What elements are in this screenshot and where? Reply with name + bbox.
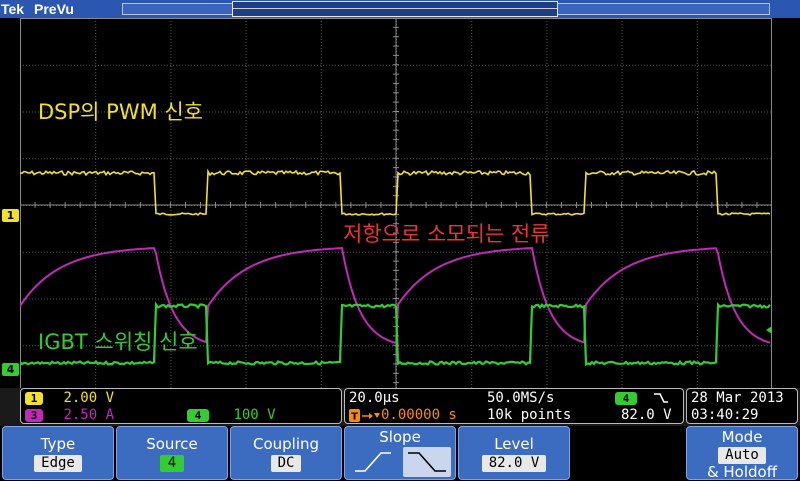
- top-status-bar: Tek PreVu: [0, 0, 800, 18]
- source-label: Source: [146, 435, 198, 453]
- coupling-value: DC: [270, 455, 302, 472]
- ch3-badge: 3: [25, 409, 43, 422]
- ch1-badge: 1: [25, 392, 43, 405]
- coupling-softkey[interactable]: Coupling DC: [230, 426, 342, 480]
- trigger-source-badge: 4: [615, 392, 637, 405]
- ch3-scale: 2.50 A: [63, 407, 115, 423]
- rising-slope-option[interactable]: [351, 447, 395, 477]
- brand-logo: Tek: [1, 1, 25, 17]
- type-value: Edge: [34, 455, 82, 472]
- coupling-label: Coupling: [252, 435, 320, 453]
- mode-extra: & Holdoff: [706, 463, 778, 481]
- ch1-ground-marker[interactable]: 1: [2, 209, 19, 222]
- horizontal-scale: 20.0µs: [349, 390, 400, 406]
- ch1-scale: 2.00 V: [63, 390, 115, 406]
- ch4-badge: 4: [187, 409, 209, 422]
- datetime-panel: 28 Mar 2013 03:40:29: [686, 388, 798, 424]
- status-readout-bar: 1 2.00 V 3 2.50 A 4 100 V 20.0µs 50.0MS/…: [0, 388, 800, 426]
- acquisition-mode: PreVu: [34, 1, 74, 17]
- softkey-menu: Type Edge Source 4 Coupling DC Slope Lev…: [0, 426, 800, 480]
- falling-slope-option[interactable]: [403, 447, 451, 477]
- date-readout: 28 Mar 2013: [691, 390, 784, 406]
- trigger-position-icon: T: [349, 408, 381, 422]
- record-view-window[interactable]: [232, 1, 558, 17]
- time-readout: 03:40:29: [691, 407, 759, 423]
- ch4-scale: 100 V: [233, 407, 276, 423]
- slope-label: Slope: [379, 428, 421, 446]
- timebase-panel[interactable]: 20.0µs 50.0MS/s 4 T 0.00000 s 10k points…: [344, 388, 684, 424]
- rising-edge-icon: [355, 452, 391, 472]
- type-softkey[interactable]: Type Edge: [2, 426, 114, 480]
- trigger-level-readout: 82.0 V: [621, 407, 672, 423]
- ch4-ground-marker[interactable]: 4: [2, 363, 19, 376]
- record-length: 10k points: [487, 407, 572, 423]
- resistor-current-label: 저항으로 소모되는 전류: [343, 222, 550, 246]
- channel-scale-panel[interactable]: 1 2.00 V 3 2.50 A 4 100 V: [20, 388, 342, 424]
- svg-text:T: T: [351, 411, 358, 422]
- trigger-position-value: 0.00000 s: [381, 407, 457, 423]
- slope-softkey[interactable]: Slope: [344, 426, 456, 480]
- source-softkey[interactable]: Source 4: [116, 426, 228, 480]
- level-label: Level: [494, 435, 534, 453]
- level-softkey[interactable]: Level 82.0 V: [458, 426, 570, 480]
- mode-label: Mode: [721, 428, 763, 446]
- igbt-switching-label: IGBT 스위칭 신호: [38, 330, 198, 354]
- mode-value: Auto: [718, 447, 766, 464]
- source-value: 4: [159, 455, 185, 472]
- dsp-pwm-label: DSP의 PWM 신호: [38, 100, 204, 124]
- falling-edge-icon: [408, 452, 446, 472]
- falling-edge-icon: [653, 392, 669, 404]
- sample-rate: 50.0MS/s: [487, 390, 555, 406]
- level-value: 82.0 V: [481, 455, 547, 472]
- type-label: Type: [40, 435, 76, 453]
- mode-softkey[interactable]: Mode Auto & Holdoff: [686, 426, 798, 480]
